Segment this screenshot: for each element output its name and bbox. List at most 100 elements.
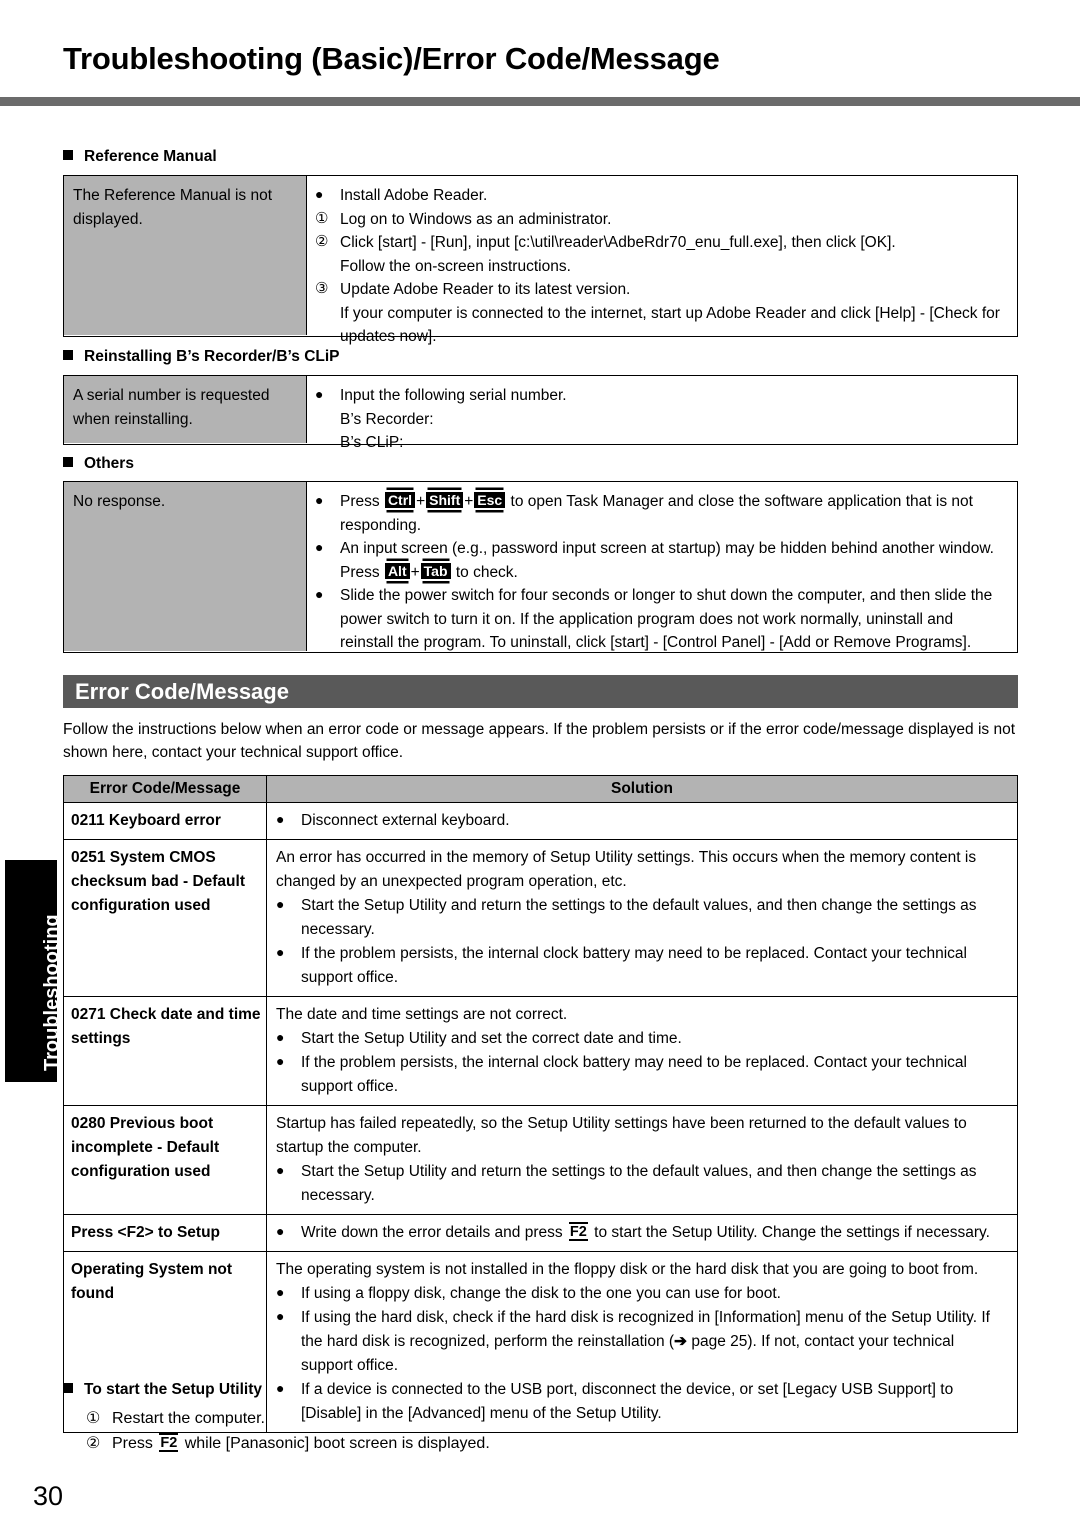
circled-number-icon: ②	[315, 233, 329, 251]
list-item: ● Write down the error details and press…	[276, 1221, 1009, 1245]
bs-recorder-label: B’s Recorder:	[340, 410, 434, 428]
list-item-label: Install Adobe Reader.	[340, 187, 488, 204]
round-bullet-icon: ●	[315, 539, 324, 556]
list-item-label: Disconnect external keyboard.	[301, 812, 510, 829]
list-item-label: If the problem persists, the internal cl…	[301, 945, 967, 987]
column-header-solution: Solution	[611, 780, 673, 797]
setup-step-2-prefix: Press	[112, 1435, 158, 1452]
key-f2: F2	[568, 1222, 588, 1242]
section-heading-setup-utility: To start the Setup Utility	[63, 1381, 262, 1399]
round-bullet-icon: ●	[276, 811, 285, 827]
key-f2: F2	[159, 1433, 179, 1452]
section-heading-label: Reference Manual	[84, 148, 217, 165]
section-heading-reinstalling: Reinstalling B’s Recorder/B’s CLiP	[63, 348, 340, 366]
round-bullet-icon: ●	[315, 386, 324, 402]
list-item-label: Start the Setup Utility and return the s…	[301, 897, 977, 939]
table-header-row: Error Code/Message Solution	[64, 776, 1017, 803]
key-alt: Alt	[384, 560, 410, 581]
problem-cell: A serial number is requested when reinst…	[64, 376, 307, 443]
round-bullet-icon: ●	[315, 492, 324, 508]
key-shift: Shift	[426, 490, 464, 510]
list-item: ● Install Adobe Reader.	[315, 184, 1009, 208]
list-item: ③ Update Adobe Reader to its latest vers…	[315, 278, 1009, 349]
circled-number-icon: ③	[315, 280, 329, 298]
section-heading-others: Others	[63, 455, 134, 473]
list-item: ● If using a floppy disk, change the dis…	[276, 1282, 1009, 1306]
list-item-label: Start the Setup Utility and return the s…	[301, 1163, 977, 1205]
document-page: Troubleshooting (Basic)/Error Code/Messa…	[0, 0, 1080, 1528]
list-item-label: Write down the error details and press F…	[301, 1221, 1009, 1245]
solution-cell: An error has occurred in the memory of S…	[267, 840, 1017, 996]
list-item: ● Disconnect external keyboard.	[276, 809, 1009, 833]
circled-number-icon: ②	[86, 1435, 101, 1452]
table-reference-manual: The Reference Manual is not displayed. ●…	[63, 175, 1018, 345]
list-item-label: If a device is connected to the USB port…	[301, 1381, 954, 1423]
table-row: Press <F2> to Setup ● Write down the err…	[64, 1215, 1017, 1253]
f2-prefix: Write down the error details and press	[301, 1224, 567, 1242]
table-others: No response. ● Press Ctrl + Shift + Esc to o…	[63, 481, 1018, 653]
plus-sign: +	[464, 493, 474, 510]
round-bullet-icon: ●	[276, 1029, 285, 1046]
list-item-label: If the problem persists, the internal cl…	[301, 1054, 967, 1096]
table-row: The Reference Manual is not displayed. ●…	[64, 176, 1017, 345]
setup-step-1: ① Restart the computer.	[86, 1408, 265, 1428]
list-item-label: An input screen (e.g., password input sc…	[340, 537, 1009, 584]
solution-cell: ● Input the following serial number. B’s…	[307, 376, 1017, 451]
solution-cell: The operating system is not installed in…	[267, 1252, 1017, 1432]
list-item: ● Start the Setup Utility and return the…	[276, 894, 1009, 942]
list-item-label: Click [start] - [Run], input [c:\util\re…	[340, 231, 1009, 278]
step3-text: Update Adobe Reader to its latest versio…	[340, 281, 631, 299]
round-bullet-icon: ●	[276, 944, 285, 961]
table-row: 0280 Previous boot incomplete - Default …	[64, 1106, 1017, 1216]
intro-paragraph: Follow the instructions below when an er…	[63, 721, 1016, 762]
side-tab-label: Troubleshooting	[41, 914, 63, 1071]
list-item: ● If the problem persists, the internal …	[276, 942, 1009, 990]
table-reinstalling: A serial number is requested when reinst…	[63, 375, 1018, 451]
list-item-label: If using a floppy disk, change the disk …	[301, 1285, 781, 1303]
section-heading-reference-manual: Reference Manual	[63, 148, 217, 166]
list-item-label: Start the Setup Utility and set the corr…	[301, 1030, 682, 1048]
section-heading-label: To start the Setup Utility	[84, 1381, 262, 1398]
plus-sign: +	[410, 563, 420, 581]
f2-suffix: to start the Setup Utility. Change the s…	[589, 1224, 990, 1242]
list-item: ● If the problem persists, the internal …	[276, 1051, 1009, 1099]
solution-cell: ● Disconnect external keyboard.	[267, 803, 1017, 839]
section-heading-label: Reinstalling B’s Recorder/B’s CLiP	[84, 348, 340, 365]
table-row: 0211 Keyboard error ● Disconnect externa…	[64, 803, 1017, 841]
circled-number-icon: ①	[86, 1410, 101, 1427]
solution-cell: ● Press Ctrl + Shift + Esc to open Task Mana…	[307, 482, 1017, 651]
solution-cell: The date and time settings are not corre…	[267, 997, 1017, 1105]
square-bullet-icon	[63, 350, 73, 360]
table-row: 0251 System CMOS checksum bad - Default …	[64, 840, 1017, 998]
key-ctrl: Ctrl	[384, 490, 416, 510]
list-item: ● Input the following serial number. B’s…	[315, 384, 1009, 455]
setup-step-2-suffix: while [Panasonic] boot screen is display…	[180, 1435, 490, 1452]
solution-cell: Startup has failed repeatedly, so the Se…	[267, 1106, 1017, 1214]
error-code-cell: 0211 Keyboard error	[64, 803, 267, 840]
list-item: ● An input screen (e.g., password input …	[315, 537, 1009, 584]
page-title: Troubleshooting (Basic)/Error Code/Messa…	[63, 41, 720, 76]
list-item: ● Press Ctrl + Shift + Esc to open Task Mana…	[315, 490, 1009, 537]
solution-cell: ● Write down the error details and press…	[267, 1215, 1017, 1251]
round-bullet-icon: ●	[276, 1308, 285, 1325]
error-code-cell: 0280 Previous boot incomplete - Default …	[64, 1106, 267, 1215]
list-item: ● Start the Setup Utility and set the co…	[276, 1027, 1009, 1051]
section-band-error-code-message: Error Code/Message	[63, 675, 1018, 708]
table-error-codes: Error Code/Message Solution 0211 Keyboar…	[63, 775, 1018, 1434]
square-bullet-icon	[63, 457, 73, 467]
circled-number-icon: ①	[315, 209, 329, 227]
round-bullet-icon: ●	[276, 1162, 285, 1179]
table-row: No response. ● Press Ctrl + Shift + Esc to o…	[64, 482, 1017, 651]
serial-instruction: Input the following serial number.	[340, 387, 567, 404]
round-bullet-icon: ●	[276, 896, 285, 913]
round-bullet-icon: ●	[276, 1380, 285, 1397]
list-item-label: Press Ctrl + Shift + Esc to open Task Manage…	[340, 490, 1009, 537]
error-code-cell: 0251 System CMOS checksum bad - Default …	[64, 840, 267, 997]
list-item-label: Update Adobe Reader to its latest versio…	[340, 278, 1009, 349]
list-item: ① Log on to Windows as an administrator.	[315, 208, 1009, 232]
header-rule	[0, 97, 1080, 106]
key-tab: Tab	[420, 560, 451, 581]
round-bullet-icon: ●	[276, 1284, 285, 1301]
list-item: ● If using the hard disk, check if the h…	[276, 1306, 1009, 1378]
error-code-cell: Operating System not found	[64, 1252, 267, 1433]
